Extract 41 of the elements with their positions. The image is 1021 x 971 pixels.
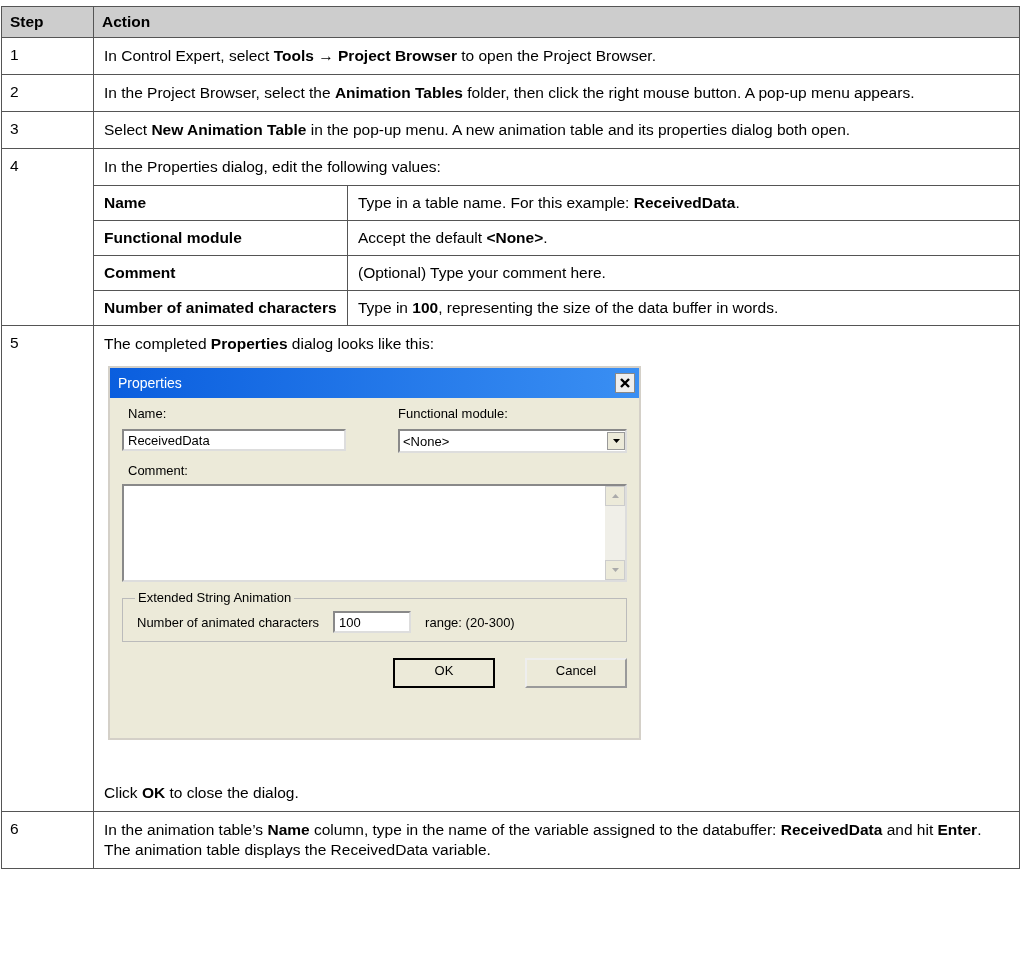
module-label: Functional module: — [398, 406, 509, 421]
scrollbar[interactable] — [605, 486, 625, 580]
field-description: (Optional) Type your comment here. — [347, 255, 1019, 291]
field-description: Type in a table name. For this example: ReceivedData. — [347, 185, 1019, 221]
field-description: Accept the default <None>. — [347, 220, 1019, 256]
step-number: 4 — [1, 148, 94, 326]
step-text: Click OK to close the dialog. — [103, 783, 300, 803]
dialog-button[interactable]: OK — [393, 658, 495, 688]
step-text: The completed Properties dialog looks like this: — [103, 334, 435, 354]
step-number: 3 — [1, 111, 94, 149]
step-text: In Control Expert, select Tools → Project Browser to open the Project Browser. — [103, 46, 657, 66]
dialog-title: Properties — [118, 375, 182, 391]
scroll-down-icon — [605, 560, 625, 580]
close-icon — [620, 378, 630, 388]
step-number: 1 — [1, 37, 94, 75]
field-description: Type in 100, representing the size of the data buffer in words. — [347, 290, 1019, 325]
step-number: 2 — [1, 74, 94, 112]
step-text: In the animation table’s Name column, type in the name of the variable assigned to the databuffer: ReceivedData and hit Enter. The animation table displays the ReceivedData variable. — [103, 820, 983, 860]
characters-label: Number of animated characters — [137, 614, 320, 630]
name-label: Name: — [128, 406, 168, 421]
close-button[interactable] — [615, 373, 635, 393]
range-label: range: (20-300) — [425, 614, 515, 630]
step-text: In the Project Browser, select the Animation Tables folder, then click the right mouse button. A pop-up menu appears. — [103, 83, 916, 103]
column-header: Action — [93, 6, 1020, 38]
step-text: In the Properties dialog, edit the following values: — [103, 157, 442, 177]
field-name: Number of animated characters — [94, 290, 348, 325]
field-name: Comment — [94, 255, 348, 291]
group-title: Extended String Animation — [135, 590, 295, 606]
column-header: Step — [1, 6, 94, 38]
field-name: Name — [94, 185, 348, 221]
dialog-button[interactable]: Cancel — [525, 658, 627, 688]
scroll-up-icon — [605, 486, 625, 506]
step-text: Select New Animation Table in the pop-up menu. A new animation table and its properties dialog both open. — [103, 120, 852, 140]
characters-field[interactable]: 100 — [333, 611, 412, 633]
module-dropdown[interactable]: <None> — [398, 429, 627, 453]
comment-field[interactable] — [122, 484, 627, 582]
name-field[interactable]: ReceivedData — [122, 429, 346, 451]
step-number: 5 — [1, 325, 94, 812]
field-name: Functional module — [94, 220, 348, 256]
step-number: 6 — [1, 811, 94, 869]
comment-label: Comment: — [128, 463, 189, 478]
